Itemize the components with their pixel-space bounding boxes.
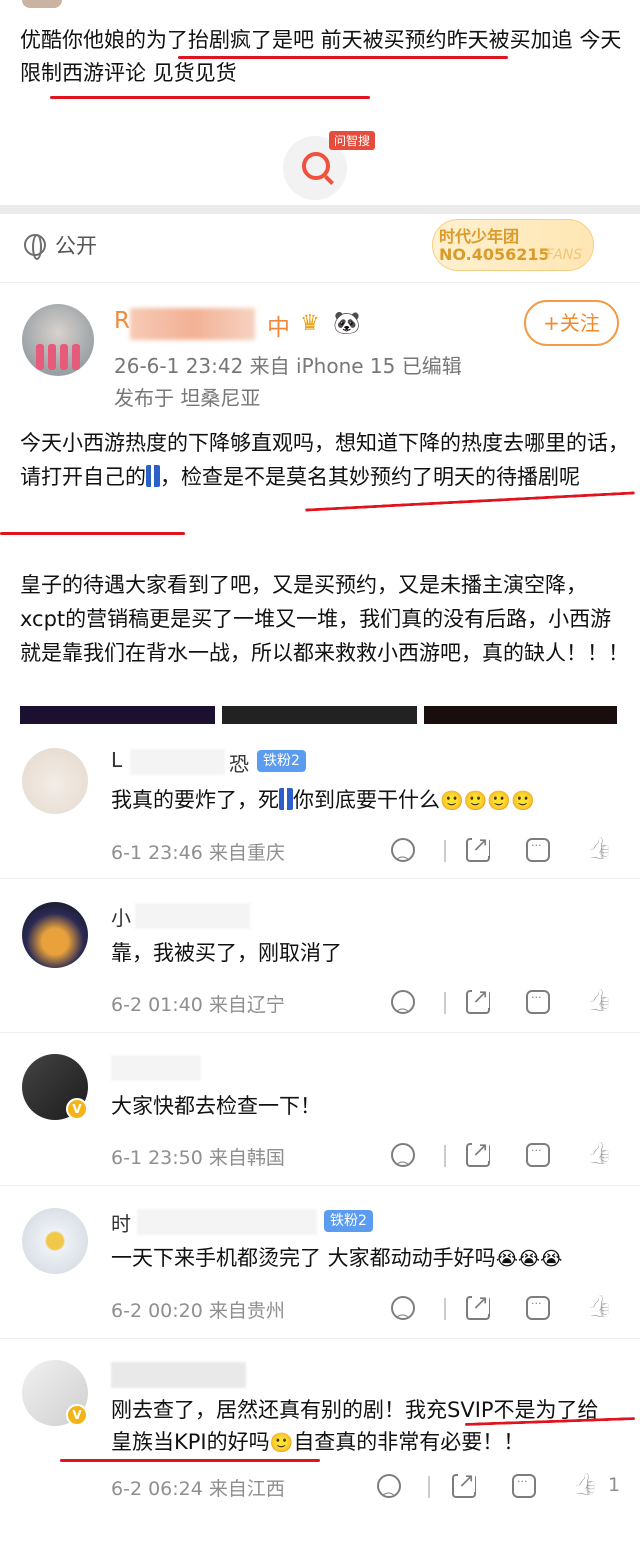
comment-text-part: 自查真的非常有必要！！ [293, 1430, 525, 1454]
author-name-redaction [130, 308, 255, 340]
divider [444, 1145, 446, 1167]
phone-glyph-icon [146, 465, 160, 487]
post-meta: 26-6-1 23:42 来自 iPhone 15 已编辑 [114, 354, 462, 378]
comment-text-part: 你到底要干什么 [293, 788, 440, 812]
avatar[interactable] [22, 304, 94, 376]
comment-meta: 6-1 23:46 来自重庆 [111, 842, 285, 864]
commenter-name[interactable]: 时 [111, 1208, 131, 1237]
post-location: 发布于 坦桑尼亚 [114, 386, 261, 410]
red-underline [178, 56, 508, 59]
comment-icon[interactable] [512, 1474, 536, 1498]
crown-icon: ♛ [300, 311, 320, 336]
comment-text: 一天下来手机都烫完了 大家都动动手好吗😭😭😭 [111, 1242, 562, 1275]
verified-v-icon: V [66, 1404, 88, 1426]
name-redaction [111, 1055, 201, 1081]
comment-meta: 6-2 06:24 来自江西 [111, 1478, 285, 1500]
red-underline [0, 532, 185, 535]
comment-icon[interactable] [526, 838, 550, 862]
comment-text: 我真的要炸了，死 你到底要干什么🙂🙂🙂🙂 [111, 784, 535, 817]
visibility-label: 公开 [55, 234, 97, 258]
post-paragraph-2: 皇子的待遇大家看到了吧，又是买预约，又是未播主演空降，xcpt的营销稿更是买了一… [20, 573, 629, 665]
commenter-name[interactable]: 小 [111, 902, 131, 931]
commenter-name-suffix[interactable]: 恐 [229, 748, 249, 777]
share-icon[interactable] [466, 832, 490, 862]
top-post-card: 优酷你他娘的为了抬剧疯了是吧 前天被买预约昨天被买加追 今天限制西游评论 见货见… [0, 0, 640, 205]
divider [0, 1185, 640, 1186]
fan-level-badge: 铁粉2 [257, 750, 306, 772]
author-name[interactable]: R [114, 308, 130, 334]
like-count: 1 [608, 1474, 621, 1496]
divider [444, 992, 446, 1014]
section-separator [0, 205, 640, 214]
fans-badge-watermark: FANS [546, 247, 583, 263]
like-icon[interactable] [586, 1143, 610, 1167]
image-thumbnail[interactable] [20, 706, 215, 724]
comment-icon[interactable] [526, 990, 550, 1014]
dislike-icon[interactable] [391, 1296, 415, 1321]
ai-search-icon [302, 152, 330, 180]
share-icon[interactable] [466, 984, 490, 1014]
dislike-icon[interactable] [391, 838, 415, 863]
verified-v-icon: V [66, 1098, 88, 1120]
comment-meta: 6-2 01:40 来自辽宁 [111, 994, 285, 1016]
comment-icon[interactable] [526, 1143, 550, 1167]
avatar[interactable] [22, 1208, 88, 1274]
avatar[interactable] [22, 748, 88, 814]
comment-text-part: 一天下来手机都烫完了 大家都动动手好吗 [111, 1246, 496, 1270]
post-text: ，检查是不是莫名其妙预约了明天的待播剧呢 [160, 465, 580, 489]
emoji: 😭😭😭 [495, 1248, 563, 1270]
image-thumbnail[interactable] [424, 706, 617, 724]
share-icon[interactable] [452, 1468, 476, 1498]
divider [0, 878, 640, 879]
like-icon[interactable] [586, 1296, 610, 1320]
emoji: 🙂🙂🙂🙂 [440, 790, 535, 812]
image-thumbnail[interactable] [222, 706, 417, 724]
name-redaction [111, 1362, 246, 1388]
commenter-name[interactable]: L [111, 748, 122, 772]
comment-text-part: 我真的要炸了，死 [111, 788, 279, 812]
name-redaction [137, 1209, 317, 1235]
dislike-icon[interactable] [377, 1474, 401, 1499]
divider [0, 1338, 640, 1339]
panda-icon: 🐼 [333, 311, 361, 336]
red-underline [50, 96, 370, 99]
comment-text: 刚去查了，居然还真有别的剧！我充SVIP不是为了给皇族当KPI的好吗🙂自查真的非… [111, 1394, 611, 1459]
avatar[interactable] [22, 902, 88, 968]
comment-text: 靠，我被买了，刚取消了 [111, 941, 342, 965]
red-underline [305, 491, 635, 512]
follow-button[interactable]: +关注 [524, 300, 619, 346]
share-icon[interactable] [466, 1290, 490, 1320]
comment-icon[interactable] [526, 1296, 550, 1320]
author-name-suffix[interactable]: 中 [267, 308, 290, 342]
comment-meta: 6-2 00:20 来自贵州 [111, 1300, 285, 1322]
top-post-avatar-stub [22, 0, 62, 8]
name-redaction [135, 903, 250, 929]
comment-meta: 6-1 23:50 来自韩国 [111, 1147, 285, 1169]
comment-text: 大家快都去检查一下！ [111, 1094, 321, 1118]
phone-glyph-icon [279, 788, 293, 810]
divider [428, 1476, 430, 1498]
divider [0, 1032, 640, 1033]
fan-level-badge: 铁粉2 [324, 1210, 373, 1232]
dislike-icon[interactable] [391, 1143, 415, 1168]
post-paragraph-1: 今天小西游热度的下降够直观吗，想知道下降的热度去哪里的话，请打开自己的 ，检查是不… [20, 426, 630, 494]
red-underline [60, 1459, 320, 1462]
like-icon[interactable] [586, 838, 610, 862]
like-icon[interactable] [586, 990, 610, 1014]
divider [444, 1298, 446, 1320]
name-redaction [130, 749, 225, 775]
fans-badge-title: 时代少年团 [439, 227, 520, 246]
fans-badge-number: NO.4056215 [439, 245, 550, 264]
share-icon[interactable] [466, 1137, 490, 1167]
divider [0, 282, 640, 283]
divider [444, 840, 446, 862]
like-icon[interactable] [572, 1474, 596, 1498]
globe-icon [24, 234, 46, 260]
wenzhi-badge: 问智搜 [329, 131, 376, 150]
emoji: 🙂 [269, 1432, 294, 1454]
dislike-icon[interactable] [391, 990, 415, 1015]
